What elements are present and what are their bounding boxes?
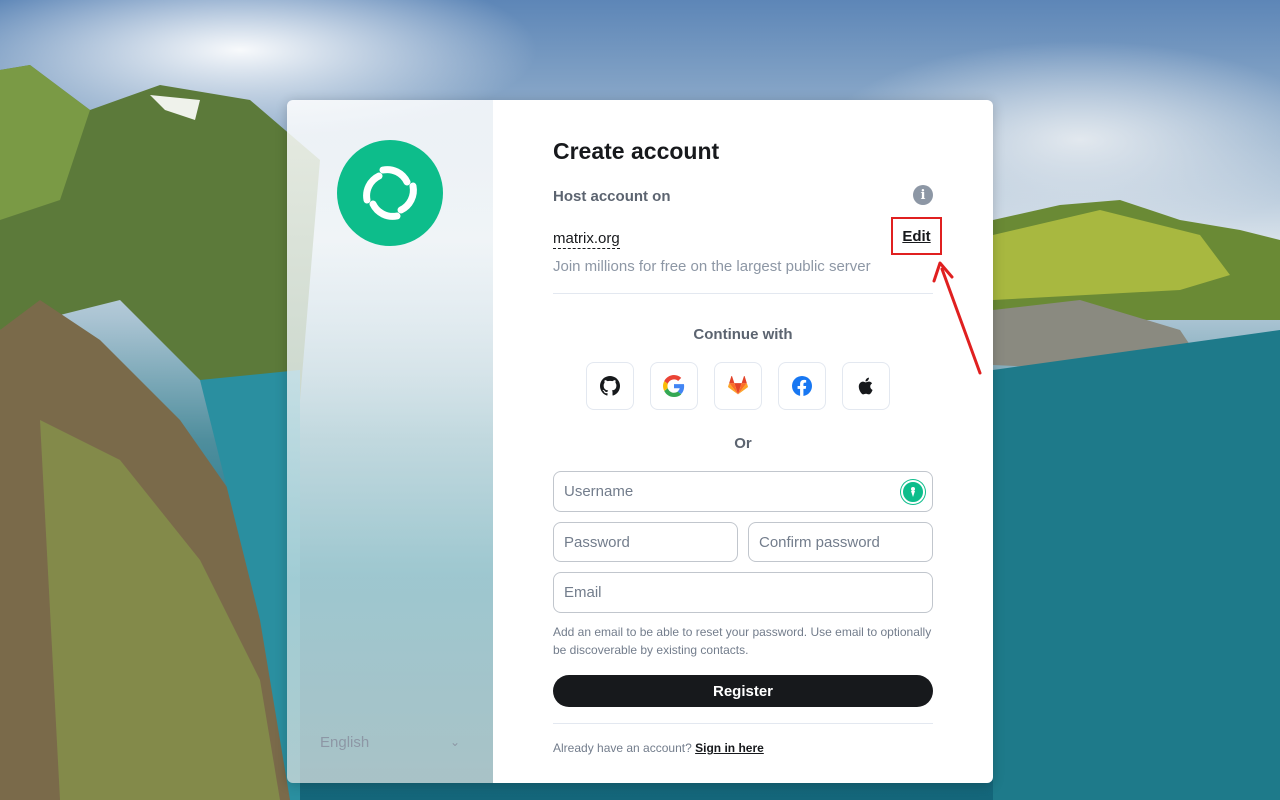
gitlab-icon [728,376,748,395]
sso-apple-button[interactable] [842,362,890,410]
or-separator: Or [734,435,752,452]
email-input[interactable] [554,573,932,612]
password-input[interactable] [554,523,737,561]
register-button[interactable]: Register [553,675,933,707]
github-icon [600,376,620,396]
page-title: Create account [553,138,720,164]
annotation-arrow-icon [932,261,982,375]
edit-highlight-box: Edit [891,217,942,255]
auth-sidebar: English ⌄ [287,100,493,783]
password-manager-icon[interactable] [901,480,925,504]
signin-link[interactable]: Sign in here [695,741,764,755]
signin-prompt-text: Already have an account? [553,741,692,755]
email-field [553,572,933,613]
element-logo-icon [337,140,443,246]
chevron-down-icon: ⌄ [449,735,460,749]
element-logo-glyph [363,166,417,220]
sso-buttons [586,362,890,410]
host-label: Host account on [553,188,671,205]
apple-icon [858,377,873,395]
username-field [553,471,933,512]
server-name: matrix.org [553,230,620,249]
server-description: Join millions for free on the largest pu… [553,258,871,275]
sso-google-button[interactable] [650,362,698,410]
sso-github-button[interactable] [586,362,634,410]
signin-prompt: Already have an account? Sign in here [553,741,764,755]
registration-form-panel: Create account Host account on i matrix.… [493,100,993,783]
language-label: English [320,733,370,751]
edit-server-button[interactable]: Edit [902,228,930,245]
language-dropdown[interactable]: English ⌄ [320,732,460,752]
username-input[interactable] [554,472,932,511]
divider [553,293,933,294]
confirm-password-input[interactable] [749,523,932,561]
keyhole-glyph [911,487,915,497]
confirm-password-field [748,522,933,562]
registration-card: English ⌄ Create account Host account on… [287,100,993,783]
info-icon[interactable]: i [913,185,933,205]
password-field [553,522,738,562]
facebook-icon [792,376,812,396]
continue-with-heading: Continue with [693,326,793,343]
email-help-text: Add an email to be able to reset your pa… [553,625,932,657]
sso-gitlab-button[interactable] [714,362,762,410]
google-icon [663,375,685,397]
sso-facebook-button[interactable] [778,362,826,410]
divider [553,723,933,724]
